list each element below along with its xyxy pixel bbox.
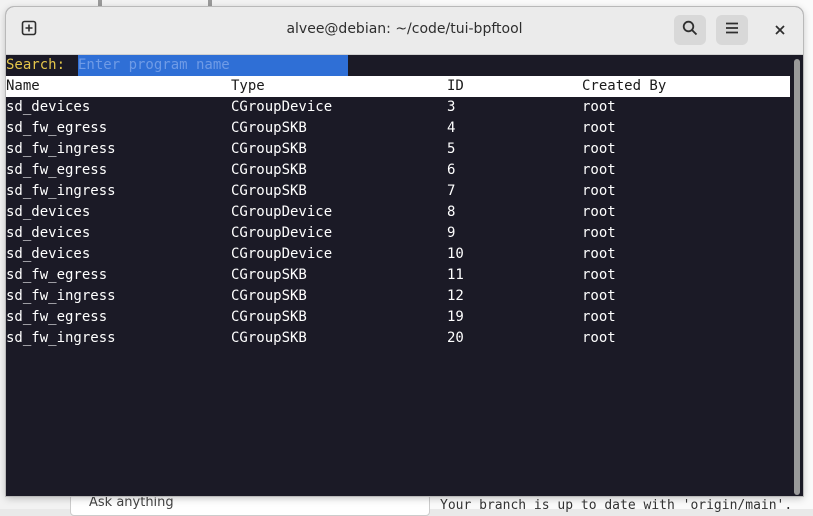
table-header: Name Type ID Created By: [6, 76, 790, 97]
table-row[interactable]: sd_fw_egress CGroupSKB 11 root: [6, 265, 790, 286]
program-created-by: root: [582, 246, 616, 262]
column-header-created-by[interactable]: Created By: [582, 76, 666, 97]
program-type: CGroupDevice: [231, 204, 333, 220]
program-created-by: root: [582, 267, 616, 283]
program-name: sd_devices: [6, 204, 91, 220]
program-created-by: root: [582, 183, 616, 199]
program-id: 20: [447, 330, 464, 346]
program-id: 19: [447, 309, 464, 325]
terminal-content[interactable]: Search: Enter program name Name Type ID …: [6, 54, 790, 496]
background-divider: [208, 0, 212, 7]
program-name: sd_fw_egress: [6, 120, 108, 136]
program-name: sd_fw_egress: [6, 267, 108, 283]
search-placeholder: Enter program name: [78, 57, 230, 73]
close-button[interactable]: [767, 15, 793, 45]
terminal-window: alvee@debian: ~/code/tui-bpftool Search:…: [6, 7, 803, 496]
program-created-by: root: [582, 120, 616, 136]
program-name: sd_fw_ingress: [6, 288, 116, 304]
program-id: 5: [447, 141, 456, 157]
program-created-by: root: [582, 225, 616, 241]
table-row[interactable]: sd_devices CGroupDevice 9 root: [6, 223, 790, 244]
title-bar[interactable]: alvee@debian: ~/code/tui-bpftool: [6, 7, 803, 55]
table-row[interactable]: sd_fw_egress CGroupSKB 6 root: [6, 160, 790, 181]
program-name: sd_devices: [6, 246, 91, 262]
program-created-by: root: [582, 330, 616, 346]
search-icon: [682, 20, 698, 40]
program-name: sd_devices: [6, 225, 91, 241]
program-name: sd_fw_egress: [6, 162, 108, 178]
table-row[interactable]: sd_devices CGroupDevice 8 root: [6, 202, 790, 223]
new-tab-icon: [21, 20, 37, 40]
program-type: CGroupSKB: [231, 330, 307, 346]
table-row[interactable]: sd_devices CGroupDevice 3 root: [6, 97, 790, 118]
close-icon: [774, 21, 786, 40]
hamburger-menu-icon: [724, 20, 740, 40]
program-name: sd_fw_egress: [6, 309, 108, 325]
program-id: 11: [447, 267, 464, 283]
program-type: CGroupSKB: [231, 141, 307, 157]
background-ask-input[interactable]: Ask anything: [70, 494, 430, 516]
table-row[interactable]: sd_fw_egress CGroupSKB 4 root: [6, 118, 790, 139]
program-created-by: root: [582, 162, 616, 178]
background-divider: [98, 0, 102, 7]
program-created-by: root: [582, 309, 616, 325]
program-name: sd_fw_ingress: [6, 141, 116, 157]
program-created-by: root: [582, 99, 616, 115]
search-input[interactable]: Enter program name: [78, 55, 348, 76]
search-bar: Search: Enter program name: [6, 55, 790, 76]
table-row[interactable]: sd_devices CGroupDevice 10 root: [6, 244, 790, 265]
column-header-id[interactable]: ID: [447, 76, 464, 97]
program-id: 12: [447, 288, 464, 304]
program-type: CGroupSKB: [231, 120, 307, 136]
search-button[interactable]: [674, 15, 706, 45]
program-name: sd_fw_ingress: [6, 183, 116, 199]
column-header-name[interactable]: Name: [6, 76, 40, 97]
search-label: Search:: [6, 57, 66, 73]
program-created-by: root: [582, 204, 616, 220]
scrollbar[interactable]: [794, 59, 800, 495]
program-type: CGroupDevice: [231, 246, 333, 262]
new-tab-button[interactable]: [13, 15, 45, 45]
program-id: 9: [447, 225, 456, 241]
program-type: CGroupSKB: [231, 183, 307, 199]
scrollbar-thumb[interactable]: [794, 59, 800, 495]
program-type: CGroupSKB: [231, 162, 307, 178]
program-type: CGroupSKB: [231, 309, 307, 325]
table-row[interactable]: sd_fw_ingress CGroupSKB 5 root: [6, 139, 790, 160]
program-id: 6: [447, 162, 456, 178]
program-type: CGroupDevice: [231, 225, 333, 241]
menu-button[interactable]: [716, 15, 748, 45]
table-row[interactable]: sd_fw_ingress CGroupSKB 7 root: [6, 181, 790, 202]
table-row[interactable]: sd_fw_ingress CGroupSKB 20 root: [6, 328, 790, 349]
program-id: 4: [447, 120, 456, 136]
program-id: 8: [447, 204, 456, 220]
program-id: 10: [447, 246, 464, 262]
table-row[interactable]: sd_fw_ingress CGroupSKB 12 root: [6, 286, 790, 307]
column-header-type[interactable]: Type: [231, 76, 265, 97]
program-type: CGroupSKB: [231, 288, 307, 304]
program-name: sd_fw_ingress: [6, 330, 116, 346]
program-created-by: root: [582, 141, 616, 157]
program-type: CGroupDevice: [231, 99, 333, 115]
program-id: 3: [447, 99, 456, 115]
program-created-by: root: [582, 288, 616, 304]
table-row[interactable]: sd_fw_egress CGroupSKB 19 root: [6, 307, 790, 328]
background-status-line: Your branch is up to date with 'origin/m…: [440, 498, 793, 513]
program-type: CGroupSKB: [231, 267, 307, 283]
program-id: 7: [447, 183, 456, 199]
program-name: sd_devices: [6, 99, 91, 115]
